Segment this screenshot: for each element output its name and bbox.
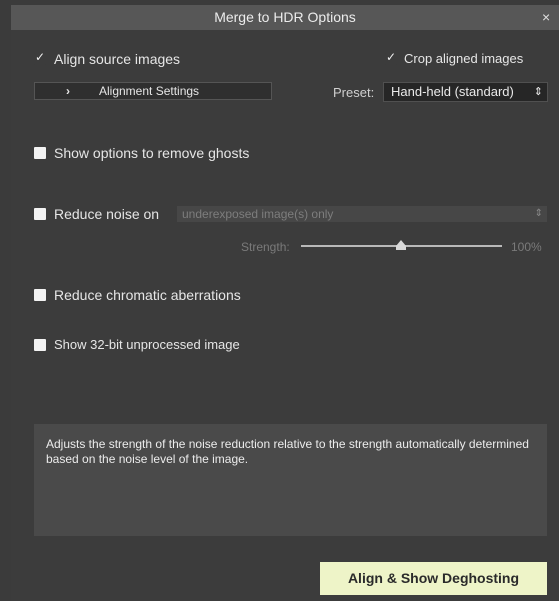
remove-ghosts-checkbox[interactable] xyxy=(34,147,46,159)
chromatic-aberrations-label[interactable]: Reduce chromatic aberrations xyxy=(54,287,241,303)
remove-ghosts-label[interactable]: Show options to remove ghosts xyxy=(54,145,249,161)
reduce-noise-checkbox[interactable] xyxy=(34,208,46,220)
strength-slider-thumb[interactable] xyxy=(396,240,406,250)
alignment-settings-toggle[interactable]: › Alignment Settings xyxy=(34,82,272,100)
show-32bit-label[interactable]: Show 32-bit unprocessed image xyxy=(54,337,240,352)
help-text: Adjusts the strength of the noise reduct… xyxy=(46,437,529,466)
show-32bit-checkbox[interactable] xyxy=(34,339,46,351)
chromatic-aberrations-checkbox[interactable] xyxy=(34,289,46,301)
reduce-noise-label[interactable]: Reduce noise on xyxy=(54,206,159,222)
alignment-settings-label: Alignment Settings xyxy=(99,84,200,98)
select-arrows-icon: ⇕ xyxy=(534,208,543,219)
strength-label: Strength: xyxy=(241,240,290,254)
align-show-deghosting-button[interactable]: Align & Show Deghosting xyxy=(320,562,547,595)
strength-value: 100% xyxy=(511,240,542,254)
preset-value: Hand-held (standard) xyxy=(391,84,514,99)
align-source-label[interactable]: Align source images xyxy=(54,51,180,67)
merge-hdr-dialog: Merge to HDR Options × ✓ Align source im… xyxy=(11,5,559,601)
checkmark-icon: ✓ xyxy=(385,50,397,64)
noise-target-value: underexposed image(s) only xyxy=(182,207,334,221)
align-source-checkbox[interactable]: ✓ xyxy=(34,50,46,65)
dialog-titlebar: Merge to HDR Options xyxy=(11,5,559,30)
select-arrows-icon: ⇕ xyxy=(533,86,543,98)
crop-aligned-label[interactable]: Crop aligned images xyxy=(404,51,523,66)
help-text-box: Adjusts the strength of the noise reduct… xyxy=(34,424,547,536)
noise-target-select[interactable]: underexposed image(s) only ⇕ xyxy=(177,206,547,222)
preset-label: Preset: xyxy=(333,85,375,100)
preset-select[interactable]: Hand-held (standard) ⇕ xyxy=(383,82,548,102)
checkmark-icon: ✓ xyxy=(34,50,46,64)
dialog-title: Merge to HDR Options xyxy=(214,9,356,25)
crop-aligned-checkbox[interactable]: ✓ xyxy=(385,50,397,65)
close-icon[interactable]: × xyxy=(542,5,556,30)
chevron-right-icon: › xyxy=(66,84,70,98)
